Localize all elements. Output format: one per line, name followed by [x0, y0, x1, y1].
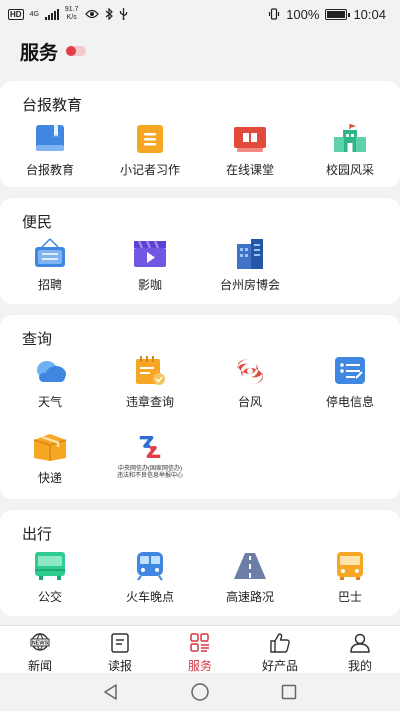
- outage-info-icon: [333, 355, 367, 387]
- service-reporter-writing[interactable]: 小记者习作: [100, 123, 200, 178]
- cloud-icon: [33, 355, 67, 387]
- bus-icon: [33, 550, 67, 582]
- service-report-center[interactable]: 中央网信办(国家网信办) 违法和不良信息举报中心: [100, 431, 200, 480]
- service-label: 台报教育: [25, 163, 74, 177]
- service-label: 公交: [37, 590, 62, 604]
- service-campus[interactable]: 校园风采: [300, 123, 400, 178]
- report-center-line-1: 中央网信办(国家网信办): [118, 466, 182, 472]
- vibrate-icon: [269, 8, 280, 20]
- page-title: 服务: [20, 42, 59, 64]
- service-label: 火车晚点: [125, 590, 174, 604]
- book-icon: [33, 123, 67, 155]
- thumbs-up-icon: [268, 633, 292, 653]
- service-typhoon[interactable]: 台风: [200, 355, 300, 410]
- tab-label: 我的: [347, 659, 372, 673]
- tab-good-products[interactable]: 好产品: [240, 626, 320, 673]
- newspaper-icon: [108, 633, 132, 653]
- home-icon[interactable]: [190, 682, 210, 702]
- service-label: 招聘: [37, 278, 62, 292]
- section-query: 查询 天气 违章查询 台风 停电信息 快递 中央网信办(国家网信办) 违法和不良…: [0, 315, 400, 499]
- tab-news[interactable]: NEWS 新闻: [0, 626, 80, 673]
- section-convenience: 便民 招聘 影咖 台州房博会: [0, 198, 400, 304]
- service-label: 巴士: [337, 590, 362, 604]
- section-title: 查询: [22, 331, 53, 348]
- service-weather[interactable]: 天气: [0, 355, 100, 410]
- eye-icon: [84, 9, 99, 19]
- service-label: 高速路况: [225, 590, 274, 604]
- bluetooth-icon: [105, 8, 113, 20]
- violation-icon: [133, 355, 167, 387]
- school-icon: [333, 123, 367, 155]
- service-label: 快递: [37, 471, 62, 485]
- clock: 10:04: [353, 6, 386, 22]
- service-label: 违章查询: [125, 395, 174, 409]
- section-title: 便民: [22, 214, 53, 231]
- tab-services[interactable]: 服务: [160, 626, 240, 673]
- net-speed-unit: K/s: [66, 14, 77, 21]
- road-icon: [233, 550, 267, 582]
- section-title: 台报教育: [22, 97, 83, 114]
- train-icon: [133, 550, 167, 582]
- service-label: 停电信息: [325, 395, 374, 409]
- service-label: 天气: [37, 395, 62, 409]
- news-globe-icon: NEWS: [28, 633, 52, 653]
- job-sign-icon: [33, 238, 67, 270]
- network-type: 4G: [29, 10, 39, 18]
- recents-icon[interactable]: [280, 683, 298, 701]
- service-label: 小记者习作: [119, 163, 180, 177]
- status-bar: HD 4G 91.7 K/s 100% 10:04: [0, 0, 400, 28]
- clapperboard-icon: [133, 238, 167, 270]
- service-label: 台风: [237, 395, 262, 409]
- service-label: 在线课堂: [225, 163, 274, 177]
- services-grid-icon: [188, 633, 212, 653]
- building-icon: [233, 238, 267, 270]
- coach-icon: [333, 550, 367, 582]
- section-title: 出行: [22, 526, 53, 543]
- system-nav-bar: [0, 673, 400, 711]
- tab-profile[interactable]: 我的: [320, 626, 400, 673]
- tab-read-paper[interactable]: 读报: [80, 626, 160, 673]
- person-icon: [348, 633, 372, 653]
- tab-label: 新闻: [27, 659, 52, 673]
- typhoon-icon: [233, 355, 267, 387]
- bottom-tab-bar: NEWS 新闻 读报 服务 好产品 我的: [0, 625, 400, 673]
- service-cinema[interactable]: 影咖: [100, 238, 200, 293]
- signal-icon: [44, 8, 59, 20]
- notepad-icon: [133, 123, 167, 155]
- net-speed: 91.7 K/s: [65, 6, 79, 22]
- service-housing-fair[interactable]: 台州房博会: [200, 238, 300, 293]
- service-power-outage[interactable]: 停电信息: [300, 355, 400, 410]
- service-label: 校园风采: [325, 163, 374, 177]
- service-online-class[interactable]: 在线课堂: [200, 123, 300, 178]
- service-label: 影咖: [137, 278, 162, 292]
- net-speed-value: 91.7: [64, 6, 79, 13]
- service-coach[interactable]: 巴士: [300, 550, 400, 605]
- report-center-line-2: 违法和不良信息举报中心: [116, 473, 183, 479]
- package-icon: [33, 431, 67, 463]
- battery-icon: [325, 8, 351, 20]
- service-taibao-education[interactable]: 台报教育: [0, 123, 100, 178]
- service-highway[interactable]: 高速路况: [200, 550, 300, 605]
- tab-label: 服务: [187, 659, 212, 673]
- service-express[interactable]: 快递: [0, 431, 100, 486]
- service-train-delay[interactable]: 火车晚点: [100, 550, 200, 605]
- report-center-label: 中央网信办(国家网信办) 违法和不良信息举报中心: [105, 466, 195, 480]
- section-travel: 出行 公交 火车晚点 高速路况 巴士: [0, 510, 400, 616]
- online-class-icon: [233, 123, 267, 155]
- battery-percent: 100%: [286, 6, 320, 22]
- usb-icon: [119, 8, 127, 20]
- back-icon[interactable]: [102, 683, 120, 701]
- section-education: 台报教育 台报教育 小记者习作 在线课堂 校园风采: [0, 81, 400, 187]
- report-center-logo: [133, 431, 167, 463]
- tab-label: 读报: [107, 659, 132, 673]
- svg-text:NEWS: NEWS: [32, 641, 49, 647]
- hd-indicator: HD: [8, 8, 24, 20]
- service-bus[interactable]: 公交: [0, 550, 100, 605]
- service-violation[interactable]: 违章查询: [100, 355, 200, 410]
- service-label: 台州房博会: [219, 278, 280, 292]
- page-header: 服务: [0, 28, 400, 74]
- tab-label: 好产品: [261, 659, 298, 673]
- service-recruitment[interactable]: 招聘: [0, 238, 100, 293]
- status-toggle[interactable]: [66, 46, 87, 56]
